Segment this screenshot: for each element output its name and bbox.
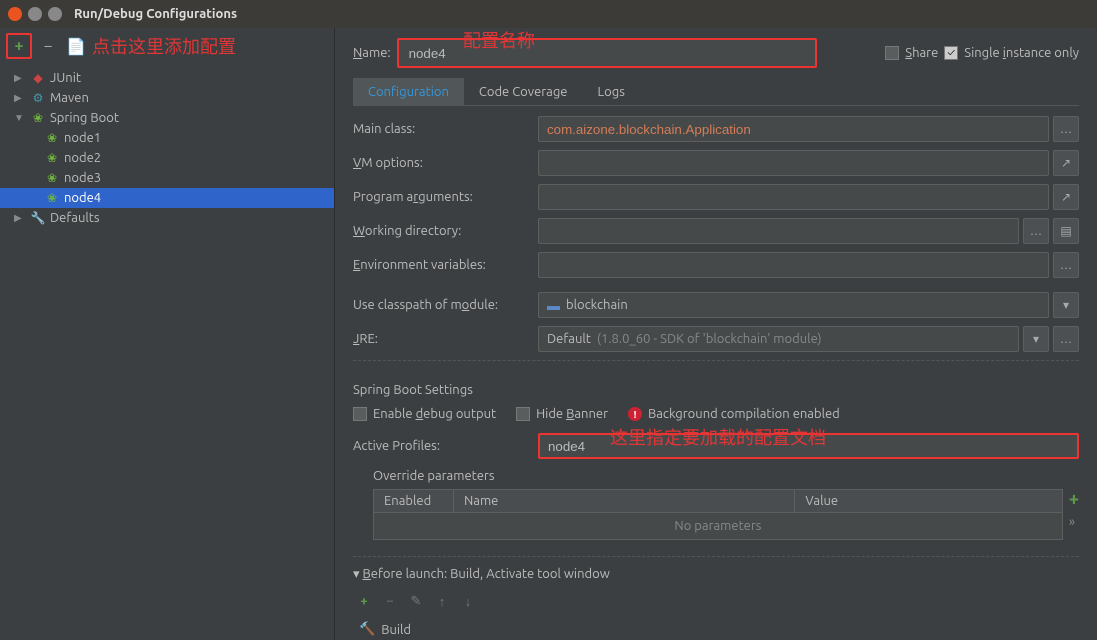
browse-dir-button[interactable]: … <box>1023 218 1049 244</box>
spring-icon: ❀ <box>44 170 60 186</box>
tab-code-coverage[interactable]: Code Coverage <box>464 78 583 105</box>
tab-configuration[interactable]: Configuration <box>353 78 464 106</box>
classpath-dropdown-button[interactable]: ▾ <box>1053 292 1079 318</box>
env-vars-label: Environment variables: <box>353 258 528 272</box>
config-form: Main class: … VM options: ↗ Program argu… <box>353 106 1079 640</box>
config-tree: ▶◆ JUnit ▶⚙ Maven ▼❀ Spring Boot ❀ node1… <box>0 64 334 640</box>
list-dir-button[interactable]: ▤ <box>1053 218 1079 244</box>
jre-label: JRE: <box>353 332 528 346</box>
classpath-label: Use classpath of module: <box>353 298 528 312</box>
enable-debug-checkbox[interactable]: Enable debug output <box>353 407 496 421</box>
program-args-label: Program arguments: <box>353 190 528 204</box>
jre-browse-button[interactable]: … <box>1053 326 1079 352</box>
tree-maven[interactable]: ▶⚙ Maven <box>0 88 334 108</box>
vm-options-label: VM options: <box>353 156 528 170</box>
error-icon: ! <box>628 407 642 421</box>
env-vars-button[interactable]: … <box>1053 252 1079 278</box>
browse-class-button[interactable]: … <box>1053 116 1079 142</box>
annotation-add-tip: 点击这里添加配置 <box>92 33 236 59</box>
bl-up-button[interactable]: ↑ <box>431 590 453 612</box>
tree-junit[interactable]: ▶◆ JUnit <box>0 68 334 88</box>
tree-node2[interactable]: ❀ node2 <box>0 148 334 168</box>
sidebar-toolbar: + − 📄 点击这里添加配置 <box>0 28 334 64</box>
window-close-icon[interactable] <box>8 7 22 21</box>
maven-icon: ⚙ <box>30 90 46 106</box>
tree-spring-boot[interactable]: ▼❀ Spring Boot <box>0 108 334 128</box>
override-table: Enabled Name Value No parameters <box>373 489 1063 540</box>
expand-vm-button[interactable]: ↗ <box>1053 150 1079 176</box>
window-titlebar: Run/Debug Configurations <box>0 0 1097 28</box>
table-empty-text: No parameters <box>374 513 1062 539</box>
add-param-button[interactable]: + <box>1069 489 1079 509</box>
checkbox-icon: ✓ <box>944 46 958 60</box>
before-launch-title[interactable]: ▾ Before launch: Build, Activate tool wi… <box>353 567 1079 582</box>
wrench-icon: 🔧 <box>30 210 46 226</box>
working-dir-label: Working directory: <box>353 224 528 238</box>
main-class-label: Main class: <box>353 122 528 136</box>
bl-remove-button[interactable]: − <box>379 590 401 612</box>
window-title: Run/Debug Configurations <box>74 7 237 21</box>
share-checkbox[interactable]: Share <box>885 46 938 60</box>
content-panel: 配置名称 Name: Share ✓ Single instance only … <box>335 28 1097 640</box>
build-task-item[interactable]: 🔨 Build <box>353 620 1079 639</box>
spring-icon: ❀ <box>30 110 46 126</box>
copy-button[interactable]: 📄 <box>64 34 88 58</box>
add-configuration-button[interactable]: + <box>6 33 32 59</box>
env-vars-input[interactable] <box>538 252 1049 278</box>
th-value: Value <box>795 490 1061 512</box>
spring-icon: ❀ <box>44 130 60 146</box>
bl-edit-button[interactable]: ✎ <box>405 590 427 612</box>
active-profiles-input[interactable] <box>538 433 1079 459</box>
jre-select[interactable]: Default (1.8.0_60 - SDK of 'blockchain' … <box>538 326 1019 352</box>
main-class-input[interactable] <box>538 116 1049 142</box>
tab-logs[interactable]: Logs <box>583 78 640 105</box>
override-params-title: Override parameters <box>373 469 1079 483</box>
working-dir-input[interactable] <box>538 218 1019 244</box>
tree-node3[interactable]: ❀ node3 <box>0 168 334 188</box>
tree-defaults[interactable]: ▶🔧 Defaults <box>0 208 334 228</box>
hammer-icon: 🔨 <box>359 622 375 637</box>
th-name: Name <box>454 490 795 512</box>
classpath-select[interactable]: ▬ blockchain <box>538 292 1049 318</box>
th-enabled: Enabled <box>374 490 454 512</box>
remove-button[interactable]: − <box>36 34 60 58</box>
single-instance-checkbox[interactable]: ✓ Single instance only <box>944 46 1079 60</box>
checkbox-icon <box>516 407 530 421</box>
spring-icon: ❀ <box>44 150 60 166</box>
window-max-icon[interactable] <box>48 7 62 21</box>
program-args-input[interactable] <box>538 184 1049 210</box>
vm-options-input[interactable] <box>538 150 1049 176</box>
tree-node1[interactable]: ❀ node1 <box>0 128 334 148</box>
expand-args-button[interactable]: ↗ <box>1053 184 1079 210</box>
bl-add-button[interactable]: + <box>353 590 375 612</box>
spring-icon: ❀ <box>44 190 60 206</box>
checkbox-icon <box>885 46 899 60</box>
bl-down-button[interactable]: ↓ <box>457 590 479 612</box>
spring-settings-title: Spring Boot Settings <box>353 383 1079 397</box>
window-min-icon[interactable] <box>28 7 42 21</box>
tree-node4[interactable]: ❀ node4 <box>0 188 334 208</box>
checkbox-icon <box>353 407 367 421</box>
bg-compile-status: ! Background compilation enabled <box>628 407 840 421</box>
expand-table-button[interactable]: » <box>1069 515 1079 529</box>
name-label: Name: <box>353 46 391 60</box>
jre-dropdown-button[interactable]: ▾ <box>1023 326 1049 352</box>
tab-bar: Configuration Code Coverage Logs <box>353 78 1079 106</box>
junit-icon: ◆ <box>30 70 46 86</box>
name-input[interactable] <box>397 38 817 68</box>
hide-banner-checkbox[interactable]: Hide Banner <box>516 407 608 421</box>
active-profiles-label: Active Profiles: <box>353 439 528 453</box>
sidebar: + − 📄 点击这里添加配置 ▶◆ JUnit ▶⚙ Maven ▼❀ Spri… <box>0 28 335 640</box>
